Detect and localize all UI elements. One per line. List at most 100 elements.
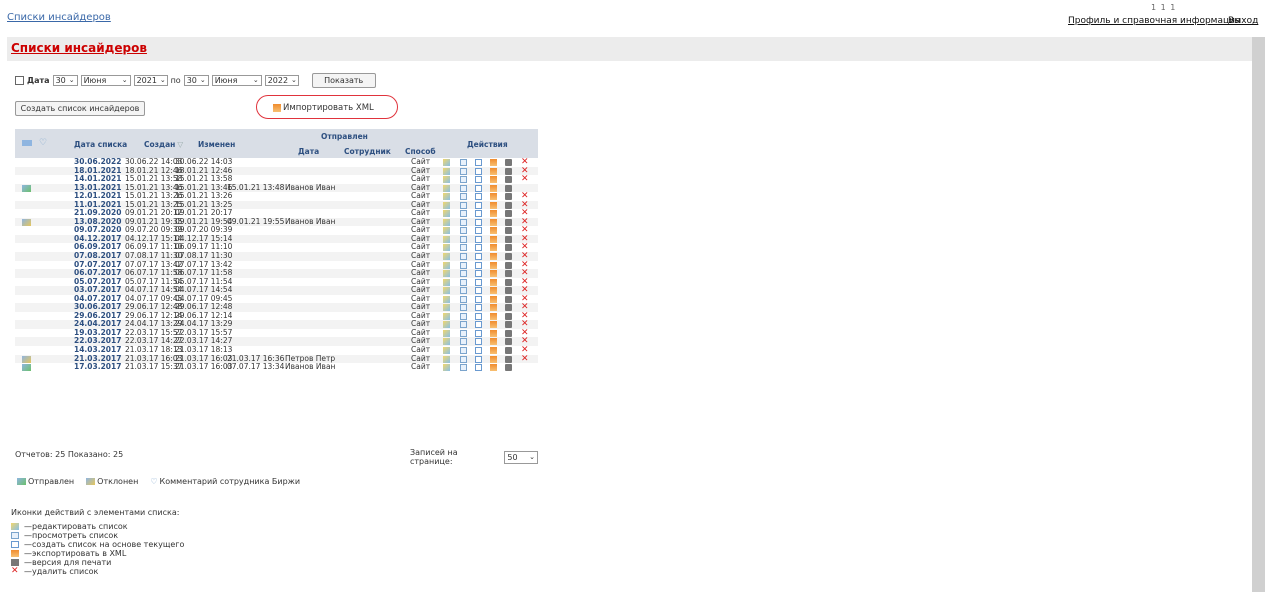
print-icon[interactable]: [505, 244, 512, 252]
from-month-select[interactable]: Июня ⌄: [80, 74, 131, 86]
view-icon[interactable]: [460, 201, 467, 209]
copy-icon[interactable]: [475, 167, 482, 175]
export-xml-icon[interactable]: [490, 218, 497, 226]
copy-icon[interactable]: [475, 218, 482, 226]
copy-icon[interactable]: [475, 244, 482, 252]
view-icon[interactable]: [460, 244, 467, 252]
view-icon[interactable]: [460, 184, 467, 192]
print-icon[interactable]: [505, 355, 512, 363]
delete-icon[interactable]: ✕: [521, 252, 529, 261]
export-xml-icon[interactable]: [490, 321, 497, 329]
copy-icon[interactable]: [475, 321, 482, 329]
edit-icon[interactable]: [443, 338, 450, 346]
edit-icon[interactable]: [443, 159, 450, 166]
delete-icon[interactable]: ✕: [521, 175, 529, 184]
view-icon[interactable]: [460, 235, 467, 243]
print-icon[interactable]: [505, 304, 512, 312]
copy-icon[interactable]: [475, 355, 482, 363]
copy-icon[interactable]: [475, 210, 482, 218]
edit-icon[interactable]: [443, 253, 450, 261]
print-icon[interactable]: [505, 295, 512, 303]
export-xml-icon[interactable]: [490, 253, 497, 261]
print-icon[interactable]: [505, 338, 512, 346]
export-xml-icon[interactable]: [490, 167, 497, 175]
edit-icon[interactable]: [443, 176, 450, 184]
print-icon[interactable]: [505, 347, 512, 355]
date-checkbox[interactable]: [15, 75, 24, 85]
copy-icon[interactable]: [475, 312, 482, 320]
copy-icon[interactable]: [475, 261, 482, 269]
edit-icon[interactable]: [443, 261, 450, 269]
export-xml-icon[interactable]: [490, 287, 497, 295]
edit-icon[interactable]: [443, 227, 450, 235]
copy-icon[interactable]: [475, 304, 482, 312]
from-day-select[interactable]: 30 ⌄: [52, 74, 78, 86]
copy-icon[interactable]: [475, 235, 482, 243]
view-icon[interactable]: [460, 167, 467, 175]
print-icon[interactable]: [505, 329, 512, 337]
print-icon[interactable]: [505, 176, 512, 184]
copy-icon[interactable]: [475, 338, 482, 346]
export-xml-icon[interactable]: [490, 270, 497, 278]
header-list-date[interactable]: Дата списка: [74, 140, 127, 149]
export-xml-icon[interactable]: [490, 193, 497, 201]
view-icon[interactable]: [460, 253, 467, 261]
copy-icon[interactable]: [475, 278, 482, 286]
print-icon[interactable]: [505, 253, 512, 261]
to-month-select[interactable]: Июня ⌄: [211, 74, 262, 86]
export-xml-icon[interactable]: [490, 295, 497, 303]
per-page-select[interactable]: 50 ⌄: [504, 450, 538, 464]
export-xml-icon[interactable]: [490, 184, 497, 192]
export-xml-icon[interactable]: [490, 347, 497, 355]
print-icon[interactable]: [505, 235, 512, 243]
export-xml-icon[interactable]: [490, 227, 497, 235]
print-icon[interactable]: [505, 321, 512, 329]
view-icon[interactable]: [460, 338, 467, 346]
print-icon[interactable]: [505, 193, 512, 201]
print-icon[interactable]: [505, 364, 512, 372]
view-icon[interactable]: [460, 355, 467, 363]
view-icon[interactable]: [460, 364, 467, 372]
view-icon[interactable]: [460, 218, 467, 226]
import-xml-link[interactable]: Импортировать XML: [273, 103, 374, 113]
show-button[interactable]: Показать: [311, 72, 376, 88]
copy-icon[interactable]: [475, 287, 482, 295]
export-xml-icon[interactable]: [490, 304, 497, 312]
print-icon[interactable]: [505, 210, 512, 218]
export-xml-icon[interactable]: [490, 312, 497, 320]
export-xml-icon[interactable]: [490, 201, 497, 209]
edit-icon[interactable]: [443, 210, 450, 218]
export-xml-icon[interactable]: [490, 261, 497, 269]
copy-icon[interactable]: [475, 193, 482, 201]
to-day-select[interactable]: 30 ⌄: [183, 74, 209, 86]
page-title[interactable]: Списки инсайдеров: [11, 41, 147, 55]
edit-icon[interactable]: [443, 278, 450, 286]
view-icon[interactable]: [460, 312, 467, 320]
edit-icon[interactable]: [443, 235, 450, 243]
view-icon[interactable]: [460, 295, 467, 303]
print-icon[interactable]: [505, 167, 512, 175]
print-icon[interactable]: [505, 278, 512, 286]
edit-icon[interactable]: [443, 287, 450, 295]
view-icon[interactable]: [460, 304, 467, 312]
breadcrumb-link[interactable]: Списки инсайдеров: [7, 12, 111, 23]
view-icon[interactable]: [460, 329, 467, 337]
copy-icon[interactable]: [475, 295, 482, 303]
print-icon[interactable]: [505, 159, 512, 166]
header-changed[interactable]: Изменен: [198, 140, 235, 149]
export-xml-icon[interactable]: [490, 329, 497, 337]
view-icon[interactable]: [460, 159, 467, 166]
copy-icon[interactable]: [475, 159, 482, 166]
edit-icon[interactable]: [443, 244, 450, 252]
edit-icon[interactable]: [443, 167, 450, 175]
view-icon[interactable]: [460, 287, 467, 295]
view-icon[interactable]: [460, 321, 467, 329]
copy-icon[interactable]: [475, 347, 482, 355]
edit-icon[interactable]: [443, 364, 450, 372]
profile-link[interactable]: Профиль и справочная информация: [1068, 16, 1240, 26]
copy-icon[interactable]: [475, 184, 482, 192]
view-icon[interactable]: [460, 193, 467, 201]
delete-icon[interactable]: ✕: [521, 346, 529, 355]
delete-icon[interactable]: ✕: [521, 158, 529, 167]
edit-icon[interactable]: [443, 355, 450, 363]
